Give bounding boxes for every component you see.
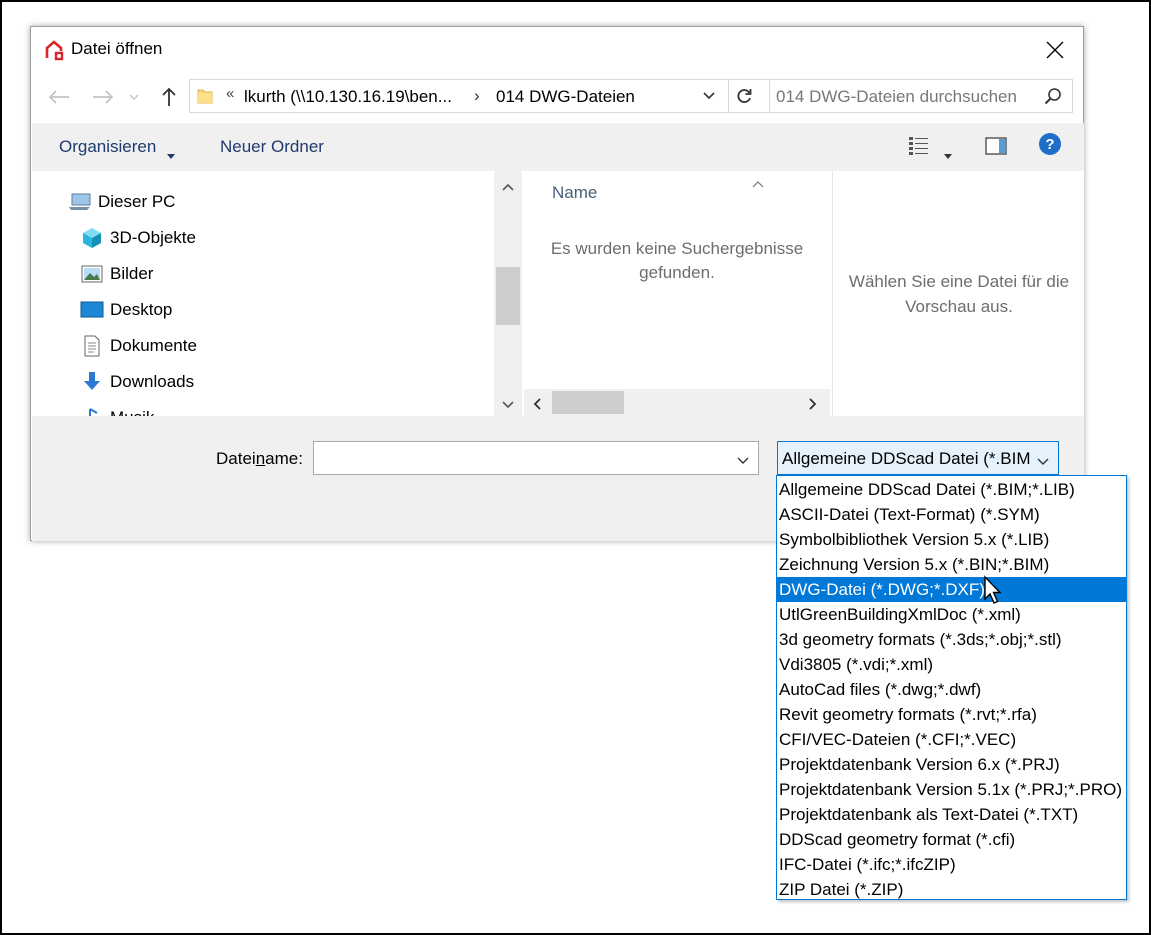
scroll-up-icon[interactable] xyxy=(501,177,515,197)
file-type-select[interactable]: Allgemeine DDScad Datei (*.BIM;*.LIB) xyxy=(777,441,1059,475)
forward-button[interactable] xyxy=(89,83,117,111)
file-type-option[interactable]: ZIP Datei (*.ZIP) xyxy=(777,877,1126,902)
refresh-icon xyxy=(736,89,751,103)
desktop-icon xyxy=(80,299,104,321)
file-type-option[interactable]: 3d geometry formats (*.3ds;*.obj;*.stl) xyxy=(777,627,1126,652)
nav-item-label: 3D-Objekte xyxy=(110,228,196,247)
navigation-pane-scrollbar[interactable] xyxy=(494,171,522,416)
app-logo-icon xyxy=(43,39,65,61)
file-type-dropdown-list: Allgemeine DDScad Datei (*.BIM;*.LIB) ASC… xyxy=(776,475,1127,900)
file-type-option[interactable]: Projektdatenbank als Text-Datei (*.TXT) xyxy=(777,802,1126,827)
filename-dropdown[interactable] xyxy=(736,451,750,471)
arrow-left-icon xyxy=(48,90,69,104)
search-icon[interactable] xyxy=(1044,87,1062,110)
nav-item-documents[interactable]: Dokumente xyxy=(80,331,197,361)
pictures-icon xyxy=(80,263,104,285)
3d-objects-icon xyxy=(80,227,104,249)
nav-item-this-pc[interactable]: Dieser PC xyxy=(68,187,175,217)
title-bar: Datei öffnen xyxy=(31,27,1083,71)
svg-text:?: ? xyxy=(1045,136,1054,153)
file-type-option[interactable]: Allgemeine DDScad Datei (*.BIM;*.LIB) xyxy=(777,477,1126,502)
scroll-left-icon[interactable] xyxy=(532,396,542,416)
navigation-pane: Dieser PC 3D-Objekte Bilder Desktop Doku… xyxy=(32,171,522,416)
file-type-option[interactable]: DDScad geometry format (*.cfi) xyxy=(777,827,1126,852)
open-file-dialog: Datei öffnen « lkurth (\\10.130.16.19\be… xyxy=(30,26,1084,541)
file-type-option[interactable]: Projektdatenbank Version 5.1x (*.PRJ;*.P… xyxy=(777,777,1126,802)
preview-pane: Wählen Sie eine Datei für die Vorschau a… xyxy=(832,171,1084,416)
help-icon[interactable]: ? xyxy=(1038,132,1062,161)
back-button[interactable] xyxy=(45,83,73,111)
refresh-button[interactable] xyxy=(728,80,758,112)
address-bar[interactable]: « lkurth (\\10.130.16.19\ben... › 014 DW… xyxy=(189,79,787,113)
nav-item-label: Musik xyxy=(110,408,154,416)
nav-item-3d-objects[interactable]: 3D-Objekte xyxy=(80,223,196,253)
organize-button[interactable]: Organisieren xyxy=(59,137,156,157)
column-header-name[interactable]: Name xyxy=(552,183,597,203)
chevron-down-icon xyxy=(129,94,139,100)
file-type-option[interactable]: Revit geometry formats (*.rvt;*.rfa) xyxy=(777,702,1126,727)
arrow-right-icon xyxy=(93,90,114,104)
folder-icon xyxy=(196,87,214,110)
nav-item-label: Bilder xyxy=(110,264,154,283)
documents-icon xyxy=(80,335,104,357)
sort-ascending-icon xyxy=(752,173,764,193)
file-type-option[interactable]: UtlGreenBuildingXmlDoc (*.xml) xyxy=(777,602,1126,627)
nav-item-pictures[interactable]: Bilder xyxy=(80,259,153,289)
music-icon xyxy=(80,407,104,416)
view-dropdown-icon[interactable] xyxy=(944,144,952,164)
preview-pane-toggle-icon[interactable] xyxy=(985,137,1007,160)
chevron-down-icon xyxy=(737,457,749,464)
scroll-down-icon[interactable] xyxy=(501,395,515,415)
nav-item-label: Dieser PC xyxy=(98,192,176,211)
file-type-option[interactable]: Symbolbibliothek Version 5.x (*.LIB) xyxy=(777,527,1126,552)
address-segment-parent[interactable]: lkurth (\\10.130.16.19\ben... xyxy=(244,87,452,107)
file-type-option[interactable]: CFI/VEC-Dateien (*.CFI;*.VEC) xyxy=(777,727,1126,752)
recent-locations-button[interactable] xyxy=(125,83,143,111)
empty-results-message: Es wurden keine Suchergebnisse gefunden. xyxy=(550,239,804,282)
filename-combobox[interactable] xyxy=(313,441,759,475)
file-list-horizontal-scrollbar[interactable] xyxy=(524,389,830,416)
arrow-up-icon xyxy=(162,87,176,106)
chevron-down-icon xyxy=(1036,452,1050,472)
nav-item-music[interactable]: Musik xyxy=(80,403,154,416)
organize-dropdown-icon[interactable] xyxy=(167,144,175,164)
scroll-right-icon[interactable] xyxy=(808,396,818,416)
preview-message: Wählen Sie eine Datei für die Vorschau a… xyxy=(848,272,1070,316)
view-options-icon[interactable] xyxy=(908,136,930,161)
file-list-pane: Name Es wurden keine Suchergebnisse gefu… xyxy=(524,171,830,416)
address-separator[interactable]: › xyxy=(474,86,480,106)
file-type-option[interactable]: ASCII-Datei (Text-Format) (*.SYM) xyxy=(777,502,1126,527)
chevron-down-icon xyxy=(703,92,715,100)
nav-item-label: Dokumente xyxy=(110,336,197,355)
nav-item-desktop[interactable]: Desktop xyxy=(80,295,172,325)
file-type-selected: Allgemeine DDScad Datei (*.BIM;*.LIB) xyxy=(782,449,1032,468)
file-type-option[interactable]: AutoCad files (*.dwg;*.dwf) xyxy=(777,677,1126,702)
scrollbar-thumb[interactable] xyxy=(552,391,624,414)
search-input[interactable]: 014 DWG-Dateien durchsuchen xyxy=(769,79,1073,113)
up-button[interactable] xyxy=(155,83,183,111)
address-segment-current[interactable]: 014 DWG-Dateien xyxy=(496,87,635,107)
address-overflow[interactable]: « xyxy=(226,85,234,102)
file-type-option[interactable]: IFC-Datei (*.ifc;*.ifcZIP) xyxy=(777,852,1126,877)
file-type-option[interactable]: DWG-Datei (*.DWG;*.DXF) xyxy=(777,577,1126,602)
file-type-option[interactable]: Vdi3805 (*.vdi;*.xml) xyxy=(777,652,1126,677)
nav-item-label: Downloads xyxy=(110,372,195,391)
this-pc-icon xyxy=(68,191,92,213)
command-toolbar: Organisieren Neuer Ordner ? xyxy=(32,123,1084,171)
file-type-option[interactable]: Projektdatenbank Version 6.x (*.PRJ) xyxy=(777,752,1126,777)
close-button[interactable] xyxy=(1037,35,1073,65)
scrollbar-thumb[interactable] xyxy=(496,267,520,325)
navigation-bar: « lkurth (\\10.130.16.19\ben... › 014 DW… xyxy=(31,79,1083,115)
search-placeholder: 014 DWG-Dateien durchsuchen xyxy=(776,87,1017,106)
new-folder-button[interactable]: Neuer Ordner xyxy=(220,137,324,157)
content-area: Dieser PC 3D-Objekte Bilder Desktop Doku… xyxy=(32,171,1084,416)
file-type-option[interactable]: Zeichnung Version 5.x (*.BIN;*.BIM) xyxy=(777,552,1126,577)
dialog-title: Datei öffnen xyxy=(71,39,163,58)
nav-item-downloads[interactable]: Downloads xyxy=(80,367,194,397)
nav-item-label: Desktop xyxy=(110,300,173,319)
address-history-dropdown[interactable] xyxy=(702,88,716,108)
downloads-icon xyxy=(80,371,104,393)
filename-label: Dateiname: xyxy=(216,449,303,468)
close-icon xyxy=(1046,41,1064,59)
